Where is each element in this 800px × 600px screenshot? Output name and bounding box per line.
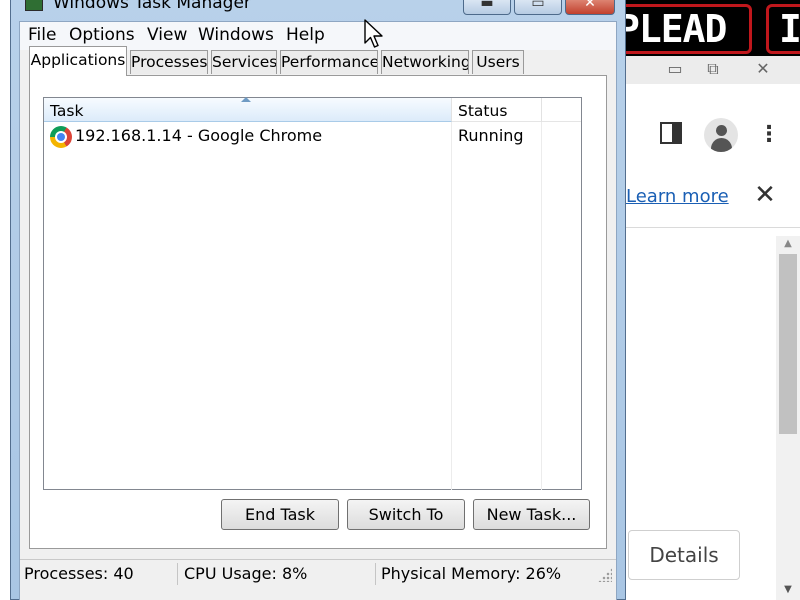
- applications-list[interactable]: Task Status 192.168.1.14 - Google Chrome…: [43, 97, 582, 490]
- scroll-down-icon[interactable]: ▼: [780, 582, 796, 598]
- tab-users[interactable]: Users: [472, 50, 524, 74]
- banner-tile-i: I: [766, 4, 800, 54]
- column-header-filler: [542, 98, 581, 122]
- task-manager-client: File Options View Windows Help Applicati…: [19, 21, 617, 600]
- resize-grip-icon[interactable]: [598, 568, 612, 582]
- minimize-button[interactable]: ▬: [463, 0, 511, 15]
- avatar-body: [711, 138, 732, 152]
- mouse-cursor-icon: [364, 19, 383, 48]
- tab-processes[interactable]: Processes: [130, 50, 208, 74]
- menu-file[interactable]: File: [28, 25, 56, 45]
- table-row[interactable]: 192.168.1.14 - Google Chrome Running: [44, 124, 581, 150]
- menu-help[interactable]: Help: [286, 25, 325, 45]
- tab-services[interactable]: Services: [211, 50, 277, 74]
- close-button[interactable]: ✕: [565, 0, 615, 15]
- scroll-up-icon[interactable]: ▲: [780, 236, 796, 252]
- switch-to-button[interactable]: Switch To: [347, 499, 465, 530]
- end-task-button[interactable]: End Task: [221, 499, 339, 530]
- browser-restore-icon[interactable]: ⧉: [698, 58, 728, 80]
- sort-arrow-icon: [241, 97, 251, 102]
- learn-more-link[interactable]: Learn more: [626, 186, 729, 207]
- status-bar: Processes: 40 CPU Usage: 8% Physical Mem…: [20, 559, 616, 587]
- window-title: Windows Task Manager: [53, 0, 251, 13]
- menu-view[interactable]: View: [147, 25, 187, 45]
- tab-networking[interactable]: Networking: [381, 50, 469, 74]
- avatar-head: [716, 125, 727, 136]
- column-header-status[interactable]: Status: [452, 98, 542, 122]
- status-physical-memory: Physical Memory: 26%: [381, 564, 562, 583]
- tab-performance[interactable]: Performance: [280, 50, 378, 74]
- profile-avatar-icon[interactable]: [704, 118, 738, 152]
- kebab-menu-icon[interactable]: ⋮: [758, 120, 780, 150]
- page-scrollbar-thumb[interactable]: [779, 254, 797, 434]
- maximize-button[interactable]: ▭: [514, 0, 562, 15]
- task-status-cell: Running: [458, 126, 524, 145]
- chrome-icon: [50, 126, 72, 148]
- banner-tile-plead: PLEAD: [610, 4, 752, 54]
- tab-applications[interactable]: Applications: [29, 46, 127, 76]
- background-banner: PLEAD I: [600, 0, 800, 56]
- column-header-task[interactable]: Task: [44, 97, 452, 122]
- side-panel-icon[interactable]: [660, 122, 682, 144]
- details-button[interactable]: Details: [628, 530, 740, 580]
- new-task-button[interactable]: New Task...: [473, 499, 590, 530]
- task-name-cell: 192.168.1.14 - Google Chrome: [75, 126, 323, 145]
- task-manager-titlebar[interactable]: Windows Task Manager ▬ ▭ ✕: [11, 0, 625, 21]
- column-divider: [541, 122, 542, 490]
- status-processes: Processes: 40: [20, 563, 178, 585]
- column-divider: [451, 122, 452, 490]
- task-manager-window: Windows Task Manager ▬ ▭ ✕ File Options …: [10, 0, 626, 600]
- browser-minimize-icon[interactable]: ▭: [660, 58, 690, 80]
- menu-options[interactable]: Options: [69, 25, 135, 45]
- column-header-task-label: Task: [50, 102, 84, 120]
- browser-close-icon[interactable]: ✕: [748, 58, 778, 80]
- status-cpu-usage: CPU Usage: 8%: [180, 563, 376, 585]
- menu-windows[interactable]: Windows: [198, 25, 274, 45]
- infobar-close-icon[interactable]: ✕: [752, 182, 778, 208]
- task-manager-app-icon: [25, 0, 43, 11]
